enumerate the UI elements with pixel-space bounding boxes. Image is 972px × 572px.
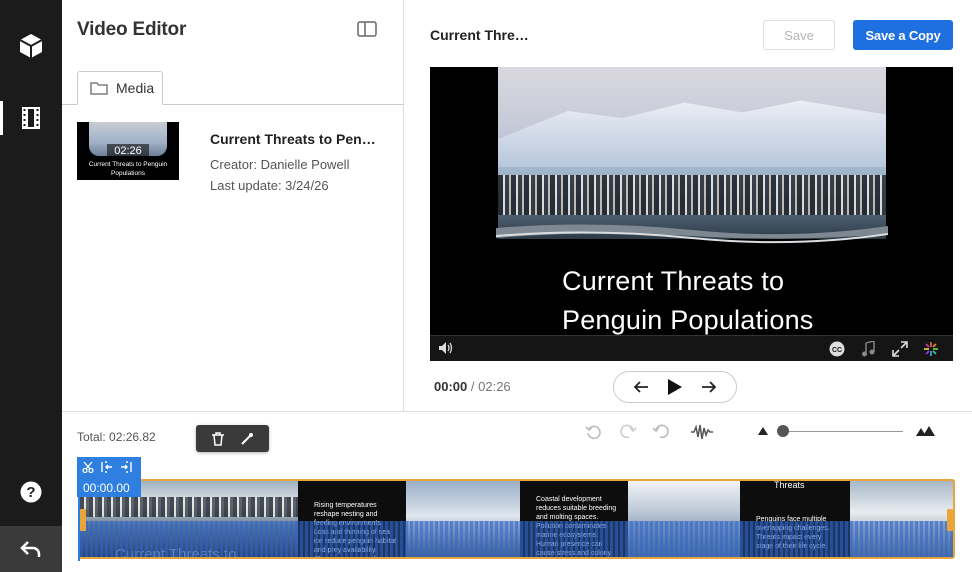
frame-penguins	[80, 497, 298, 517]
video-editor-app: ? Video Editor Media 02:26 Current Threa…	[0, 0, 972, 572]
panel-toggle-icon[interactable]	[357, 21, 377, 37]
time-readout: 00:00 / 02:26	[434, 379, 511, 394]
thumbnail-caption: Current Threats to Penguin Populations	[88, 161, 168, 177]
media-list-item[interactable]: 02:26 Current Threats to Penguin Populat…	[77, 122, 387, 193]
trim-left-icon[interactable]	[101, 461, 113, 473]
volume-icon[interactable]	[438, 341, 454, 355]
zoom-slider-track[interactable]	[783, 431, 903, 432]
media-item-creator: Creator: Danielle Powell	[210, 157, 350, 172]
video-caption-line-2: Penguin Populations	[562, 305, 814, 335]
iceberg-shape	[498, 100, 886, 167]
media-panel: Video Editor Media 02:26 Current Threats…	[62, 0, 404, 411]
audio-track-icon[interactable]	[861, 341, 875, 357]
total-duration: Total: 02:26.82	[77, 430, 156, 444]
zoom-slider-handle[interactable]	[777, 425, 789, 437]
tab-media-label: Media	[116, 80, 155, 96]
video-frame-image	[498, 67, 886, 239]
slide-wave-decoration	[495, 224, 889, 244]
media-item-updated: Last update: 3/24/26	[210, 178, 329, 193]
closed-captions-icon[interactable]: CC	[829, 341, 845, 357]
save-button[interactable]: Save	[763, 20, 835, 50]
cube-icon	[19, 34, 43, 58]
save-a-copy-button[interactable]: Save a Copy	[853, 20, 953, 50]
player-logo-icon	[924, 342, 938, 356]
rail-media-library-button[interactable]	[0, 23, 62, 69]
zoom-in-icon[interactable]	[915, 425, 937, 437]
svg-text:CC: CC	[832, 347, 842, 354]
playhead-marker[interactable]: 00:00.00	[77, 457, 141, 497]
help-circle-icon: ?	[20, 481, 42, 503]
playhead-time: 00:00.00	[83, 481, 130, 495]
current-time: 00:00	[434, 379, 468, 394]
timeline-divider	[62, 411, 972, 412]
redo-icon[interactable]	[619, 423, 637, 441]
media-item-title[interactable]: Current Threats to Pen…	[210, 131, 376, 147]
timeline-clip-track[interactable]: Current Threats to Rising temperatures r…	[78, 479, 955, 559]
clip-tools-popover	[196, 425, 269, 452]
zoom-out-icon[interactable]	[757, 426, 769, 436]
player-title: Current Thre…	[430, 27, 529, 43]
folder-icon	[90, 82, 108, 95]
video-caption-line-1: Current Threats to	[562, 266, 785, 296]
video-preview[interactable]: Current Threats to Penguin Populations C…	[430, 67, 953, 361]
svg-text:?: ?	[26, 484, 35, 501]
film-strip-icon	[22, 107, 40, 129]
back-button[interactable]	[0, 526, 62, 572]
slide-heading: Threats	[774, 480, 805, 490]
time-separator: /	[470, 379, 475, 394]
play-icon[interactable]	[667, 378, 683, 396]
trim-start-handle[interactable]	[80, 509, 86, 531]
video-control-bar: CC	[430, 335, 953, 361]
penguin-colony-shape	[498, 175, 886, 215]
wand-icon[interactable]	[240, 432, 254, 446]
trash-icon[interactable]	[211, 431, 225, 446]
undo-icon[interactable]	[652, 423, 670, 441]
playhead-line[interactable]	[78, 497, 80, 561]
trim-end-handle[interactable]	[947, 509, 953, 531]
undo-arrow-icon	[20, 541, 41, 557]
fullscreen-icon[interactable]	[892, 341, 908, 357]
thumbnail-duration: 02:26	[107, 144, 149, 158]
step-forward-arrow-icon[interactable]	[701, 380, 717, 394]
reset-icon[interactable]	[585, 423, 603, 441]
audio-waveform-icon[interactable]	[690, 423, 714, 441]
trim-right-icon[interactable]	[120, 461, 132, 473]
left-rail: ?	[0, 0, 62, 572]
rail-video-editor-button[interactable]	[0, 95, 62, 141]
audio-waveform	[80, 521, 953, 557]
transport-controls	[613, 371, 737, 403]
total-time: 02:26	[478, 379, 511, 394]
help-button[interactable]: ?	[0, 469, 62, 515]
media-thumbnail: 02:26 Current Threats to Penguin Populat…	[77, 122, 179, 180]
panel-title: Video Editor	[77, 19, 187, 40]
cut-icon[interactable]	[82, 461, 94, 473]
step-back-arrow-icon[interactable]	[633, 380, 649, 394]
tab-media[interactable]: Media	[77, 71, 163, 105]
